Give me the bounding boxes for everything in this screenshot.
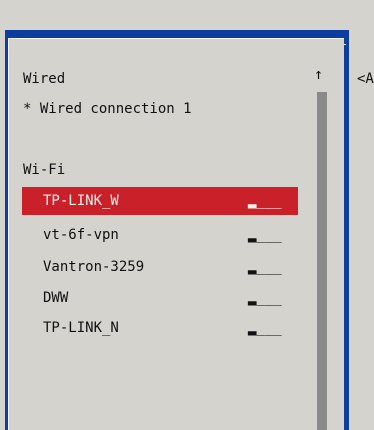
offscreen-panel-text: <A [357, 71, 374, 87]
wifi-network-item[interactable]: vt-6f-vpn ▂___ [22, 220, 298, 250]
signal-strength-icon: ▂___ [248, 259, 282, 275]
wired-connection-item[interactable]: * Wired connection 1 [23, 94, 192, 124]
signal-strength-icon: ▂___ [248, 290, 282, 306]
scroll-up-arrow-icon[interactable]: ↑ [314, 64, 323, 84]
wired-section-heading: Wired [23, 71, 66, 87]
wifi-section-heading: Wi-Fi [23, 162, 66, 178]
wifi-network-item[interactable]: DWW ▂___ [22, 283, 298, 313]
wifi-network-item[interactable]: TP-LINK_N ▂___ [22, 313, 298, 343]
wifi-network-item[interactable]: Vantron-3259 ▂___ [22, 252, 298, 282]
signal-strength-icon: ▂___ [248, 227, 282, 243]
wifi-network-name: vt-6f-vpn [43, 227, 119, 243]
wifi-network-name: Vantron-3259 [43, 259, 145, 275]
signal-strength-icon: ▂___ [248, 320, 282, 336]
wifi-network-name: DWW [43, 290, 69, 306]
scrollbar-track[interactable] [317, 92, 327, 430]
wifi-network-item-selected[interactable]: TP-LINK_W ▂___ [22, 187, 298, 215]
wifi-network-name: TP-LINK_W [43, 193, 119, 209]
wifi-network-name: TP-LINK_N [43, 320, 119, 336]
signal-strength-icon: ▂___ [248, 193, 282, 209]
